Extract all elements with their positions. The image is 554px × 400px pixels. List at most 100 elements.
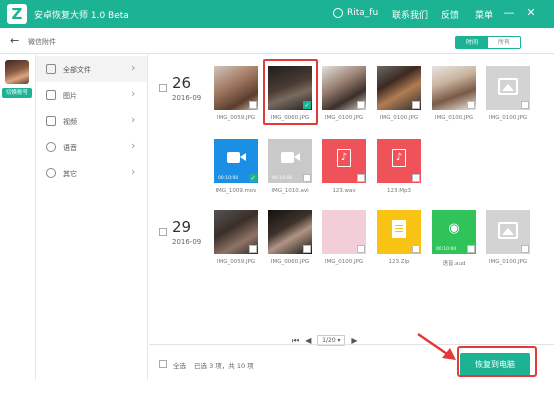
video-duration: 00:10:00 [272, 176, 293, 181]
file-checkbox[interactable] [357, 245, 365, 253]
checkmark-icon[interactable]: ✓ [303, 101, 311, 109]
file-name: IMG_0100.JPG [324, 259, 364, 265]
file-checkbox[interactable] [249, 245, 257, 253]
file-thumbnail[interactable] [322, 210, 366, 254]
file-checkbox[interactable] [467, 101, 475, 109]
file-checkbox[interactable] [412, 101, 420, 109]
video-camera-icon [281, 152, 294, 163]
file-thumbnail[interactable] [486, 210, 530, 254]
file-name: IMG_0100.JPG [379, 115, 419, 121]
select-all-label[interactable]: 全选 [173, 360, 186, 370]
file-name: IMG_1009.mov [215, 188, 257, 194]
checkmark-icon[interactable]: ✓ [249, 174, 257, 182]
chevron-right-icon: › [131, 87, 136, 100]
file-checkbox[interactable] [303, 174, 311, 182]
chevron-right-icon: › [131, 139, 136, 152]
file-name: IMG_0100.JPG [434, 115, 474, 121]
file-checkbox[interactable] [412, 245, 420, 253]
file-name: 123.Zip [388, 259, 410, 265]
file-thumbnail[interactable]: ♪ [322, 139, 366, 183]
file-thumbnail[interactable] [268, 210, 312, 254]
back-arrow-icon[interactable]: ← [10, 34, 19, 47]
file-thumbnail[interactable]: ♪ [377, 139, 421, 183]
file-name: 123.Mp3 [387, 188, 411, 194]
file-thumbnail[interactable]: ✓ [268, 66, 312, 110]
close-button[interactable]: ✕ [524, 6, 538, 19]
view-toggle: 时间 所有 [455, 36, 521, 49]
avatar [5, 60, 29, 84]
video-camera-lens [294, 153, 300, 161]
file-name: IMG_0059.JPG [216, 259, 256, 265]
image-placeholder-icon [498, 222, 518, 239]
user-icon [333, 8, 343, 18]
file-thumbnail[interactable]: ◉ 00:10:00 [432, 210, 476, 254]
file-checkbox[interactable] [249, 101, 257, 109]
feedback-link[interactable]: 反馈 [441, 8, 459, 21]
contact-link[interactable]: 联系我们 [392, 8, 428, 21]
image-placeholder-icon [498, 78, 518, 95]
file-name: IMG_0100.JPG [488, 115, 528, 121]
file-name: IMG_0100.JPG [324, 115, 364, 121]
sidebar-item-video[interactable]: 视频 › [36, 108, 147, 134]
group-checkbox[interactable] [159, 84, 167, 92]
video-camera-lens [240, 153, 246, 161]
group-checkbox[interactable] [159, 228, 167, 236]
video-camera-icon [227, 152, 240, 163]
file-thumbnail[interactable] [486, 66, 530, 110]
voice-wave-icon: ◉ [448, 221, 460, 236]
chevron-right-icon: › [131, 165, 136, 178]
file-thumbnail[interactable]: 00:10:00 ✓ [214, 139, 258, 183]
file-checkbox[interactable] [467, 245, 475, 253]
video-duration: 00:10:00 [218, 176, 239, 181]
minimize-button[interactable]: — [502, 6, 516, 19]
group-day: 29 [172, 218, 192, 236]
arrow-shaft [417, 332, 451, 358]
file-thumbnail[interactable] [214, 66, 258, 110]
file-checkbox[interactable] [303, 245, 311, 253]
select-all-checkbox[interactable] [159, 360, 167, 368]
audio-icon [46, 142, 56, 152]
arrow-head [442, 348, 456, 360]
music-note-icon: ♪ [392, 149, 406, 167]
sidebar-item-label: 图片 [63, 92, 77, 100]
user-account[interactable]: Rita_fu [333, 8, 378, 18]
sidebar-item-all-files[interactable]: 全部文件 › [36, 56, 147, 82]
file-thumbnail[interactable] [214, 210, 258, 254]
chevron-right-icon: › [131, 61, 136, 74]
group-day: 26 [172, 74, 192, 92]
file-checkbox[interactable] [357, 174, 365, 182]
file-name: IMG_0059.JPG [216, 115, 256, 121]
voice-duration: 00:10:00 [436, 247, 457, 252]
tab-time[interactable]: 时间 [456, 37, 488, 48]
file-name: IMG_0100.JPG [488, 259, 528, 265]
image-icon [46, 90, 56, 100]
file-thumbnail[interactable] [377, 66, 421, 110]
file-grid: 26 2016-09 IMG_0059.JPG ✓ IMG_0060.JPG I… [149, 54, 554, 344]
sidebar-item-audio[interactable]: 语音 › [36, 134, 147, 160]
group-month: 2016-09 [172, 94, 202, 102]
annotation-arrow-icon [417, 332, 456, 360]
file-thumbnail[interactable] [377, 210, 421, 254]
document-icon [392, 220, 406, 238]
file-thumbnail[interactable] [432, 66, 476, 110]
sidebar-item-other[interactable]: 其它 › [36, 160, 147, 186]
app-logo-icon: Z [7, 4, 27, 24]
chevron-right-icon: › [131, 113, 136, 126]
switch-account-button[interactable]: 切换账号 [2, 88, 32, 98]
file-thumbnail[interactable] [322, 66, 366, 110]
group-month: 2016-09 [172, 238, 202, 246]
file-name: IMG_0060.JPG [270, 115, 310, 121]
tab-all[interactable]: 所有 [488, 37, 520, 48]
file-checkbox[interactable] [412, 174, 420, 182]
file-checkbox[interactable] [521, 101, 529, 109]
more-icon [46, 168, 56, 178]
grid-icon [46, 64, 56, 74]
sidebar-item-label: 语音 [63, 144, 77, 152]
file-thumbnail[interactable]: 00:10:00 [268, 139, 312, 183]
sub-header: ← 微信附件 时间 所有 [0, 28, 554, 54]
sidebar-item-images[interactable]: 图片 › [36, 82, 147, 108]
menu-link[interactable]: 菜单 [475, 8, 493, 21]
file-checkbox[interactable] [521, 245, 529, 253]
file-checkbox[interactable] [357, 101, 365, 109]
account-panel: 切换账号 [0, 54, 36, 380]
